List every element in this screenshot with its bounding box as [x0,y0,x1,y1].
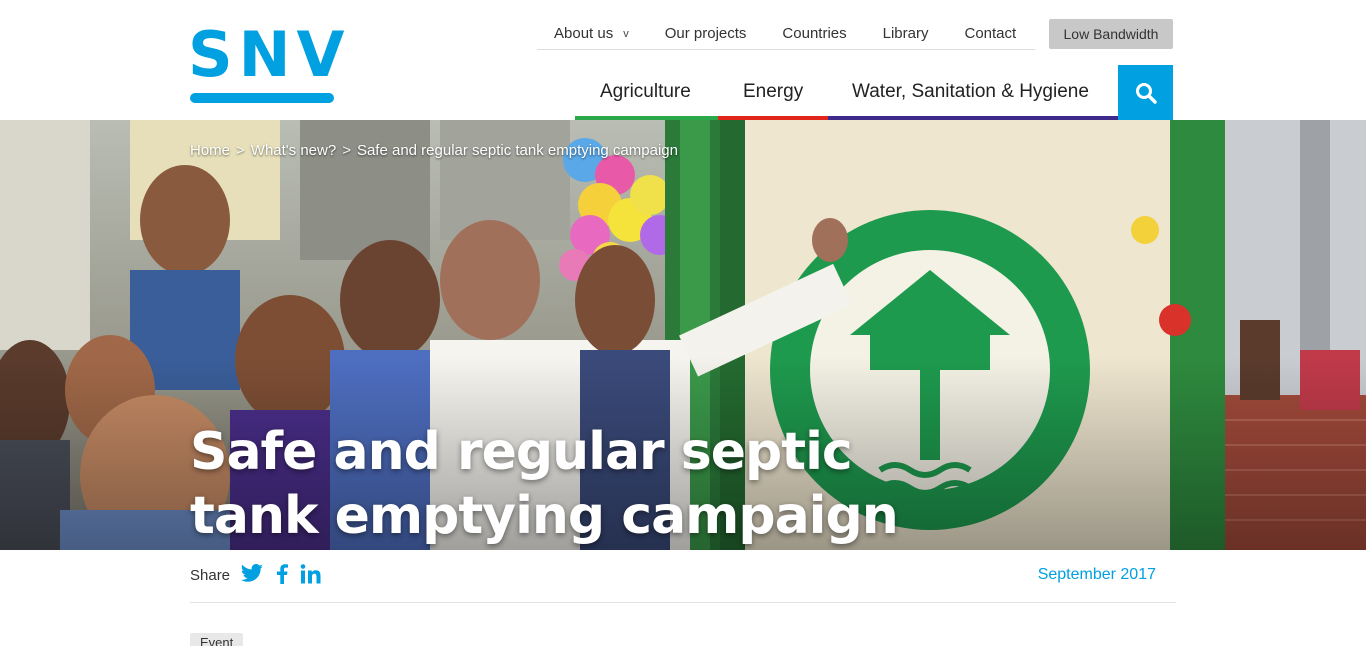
search-button[interactable] [1118,65,1173,120]
low-bandwidth-button[interactable]: Low Bandwidth [1049,19,1173,49]
article-tag[interactable]: Event [190,633,244,646]
topnav-about-us[interactable]: About us v [554,25,629,42]
breadcrumb-whats-new[interactable]: What's new? [251,142,336,159]
site-header: SNV About us v Our projects Countries Li… [0,0,1366,120]
article-date: September 2017 [1037,566,1156,583]
share-bar: Share September 2017 [190,550,1176,603]
twitter-icon[interactable] [240,564,264,584]
share-label: Share [190,567,231,584]
topnav-contact[interactable]: Contact [964,25,1016,42]
breadcrumb: Home > What's new? > Safe and regular se… [190,142,678,159]
chevron-down-icon: v [623,27,629,40]
linkedin-icon[interactable] [300,564,322,584]
mainnav-wash-label: Water, Sanitation & Hygiene [852,81,1089,102]
breadcrumb-home[interactable]: Home [190,142,230,159]
mainnav-agriculture[interactable]: Agriculture [575,70,718,120]
mainnav-wash[interactable]: Water, Sanitation & Hygiene [828,70,1118,120]
facebook-icon[interactable] [276,564,288,584]
mainnav-energy-label: Energy [743,81,804,102]
mainnav-agriculture-label: Agriculture [600,81,691,102]
logo-underline [190,93,334,103]
search-icon [1135,82,1157,104]
hero-banner: Home > What's new? > Safe and regular se… [0,120,1366,550]
breadcrumb-current: Safe and regular septic tank emptying ca… [356,142,678,159]
share-icons [240,564,322,584]
breadcrumb-separator: > [342,142,351,159]
main-navigation: Agriculture Energy Water, Sanitation & H… [575,70,1118,120]
top-navigation: About us v Our projects Countries Librar… [537,18,1035,50]
snv-logo[interactable]: SNV [188,24,345,106]
page-title: Safe and regular septic tank emptying ca… [190,422,899,546]
topnav-our-projects[interactable]: Our projects [665,25,747,42]
topnav-countries[interactable]: Countries [782,25,846,42]
logo-text: SNV [188,18,351,91]
breadcrumb-separator: > [236,142,245,159]
mainnav-energy[interactable]: Energy [718,70,828,120]
topnav-library[interactable]: Library [883,25,929,42]
topnav-about-us-label: About us [554,25,614,42]
